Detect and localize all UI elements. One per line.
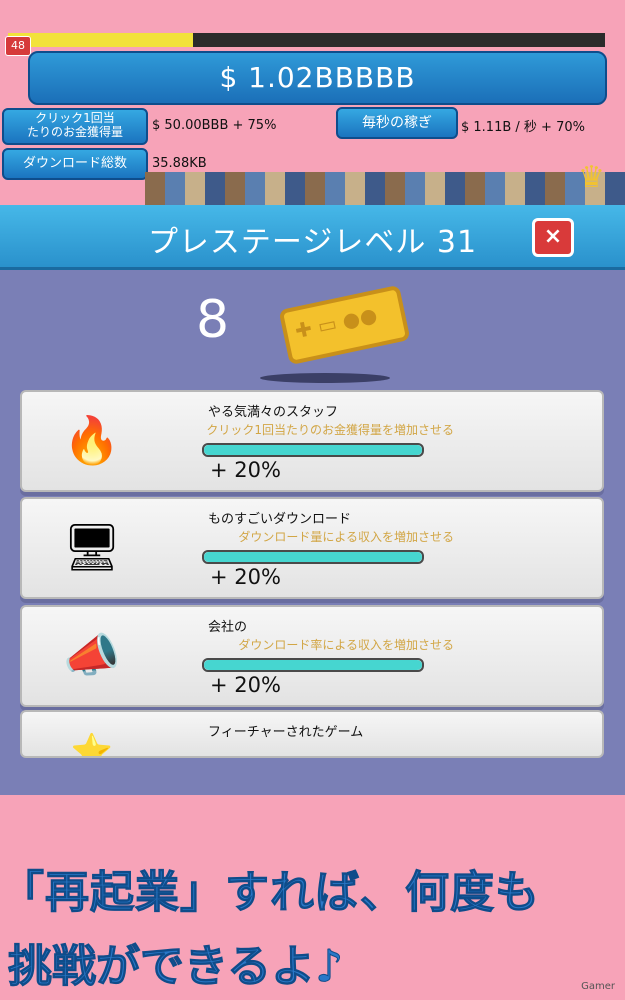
upgrade-card[interactable]: 📣 会社の ダウンロード率による収入を増加させる + 20% bbox=[20, 605, 604, 707]
click-income-label: クリック1回当 たりのお金獲得量 bbox=[26, 111, 123, 139]
upgrade-progress-bar bbox=[202, 550, 424, 564]
upgrade-name: やる気満々のスタッフ bbox=[208, 405, 339, 420]
prestige-header: プレステージレベル 31 × bbox=[0, 205, 625, 270]
upgrade-progress-bar bbox=[202, 443, 424, 457]
watermark: Gamer bbox=[581, 981, 615, 992]
motivated-staff-icon: 🔥 bbox=[63, 413, 121, 467]
upgrade-progress-fill bbox=[204, 552, 422, 562]
player-level-badge: 48 bbox=[5, 36, 31, 56]
upgrade-progress-fill bbox=[204, 660, 422, 670]
promo-caption: 「再起業」すれば、何度も 挑戦ができるよ♪ Gamer bbox=[0, 850, 625, 1000]
upgrade-name: フィーチャーされたゲーム bbox=[208, 725, 364, 740]
megaphone-icon: 📣 bbox=[63, 628, 121, 682]
upgrade-bonus: + 20% bbox=[210, 673, 281, 697]
per-second-value: $ 1.11B / 秒 + 70% bbox=[461, 120, 585, 135]
upgrade-card[interactable]: ⭐ フィーチャーされたゲーム bbox=[20, 710, 604, 758]
upgrade-card[interactable]: 🖥 ものすごいダウンロード ダウンロード量による収入を増加させる + 20% bbox=[20, 497, 604, 599]
upgrade-bonus: + 20% bbox=[210, 458, 281, 482]
close-icon[interactable]: × bbox=[532, 218, 574, 257]
prestige-points: 8 bbox=[196, 290, 230, 350]
per-second-button[interactable]: 毎秒の稼ぎ bbox=[336, 107, 458, 139]
upgrade-bonus: + 20% bbox=[210, 565, 281, 589]
prestige-panel: プレステージレベル 31 × 8 ✚ ▭ ●● 🔥 やる気満々のスタッフ クリッ… bbox=[0, 205, 625, 795]
office-scenery bbox=[145, 172, 625, 206]
click-income-button[interactable]: クリック1回当 たりのお金獲得量 bbox=[2, 108, 148, 145]
download-total-button[interactable]: ダウンロード総数 bbox=[2, 148, 148, 180]
flame-trophy-icon[interactable]: ♛ bbox=[578, 160, 605, 195]
gamepad-ticket-icon: ✚ ▭ ●● bbox=[278, 284, 411, 366]
download-total-value: 35.88KB bbox=[152, 156, 207, 171]
xp-bar bbox=[8, 33, 605, 47]
monitor-icon: 🖥 bbox=[62, 520, 122, 574]
caption-line-2: 挑戦ができるよ♪ bbox=[7, 941, 344, 993]
upgrade-name: ものすごいダウンロード bbox=[208, 512, 352, 527]
upgrade-progress-fill bbox=[204, 445, 422, 455]
upgrade-progress-bar bbox=[202, 658, 424, 672]
upgrade-name: 会社の bbox=[208, 620, 248, 635]
upgrade-desc: クリック1回当たりのお金獲得量を増加させる bbox=[206, 423, 454, 437]
xp-bar-fill bbox=[8, 33, 194, 47]
game-hud: 48 $ 1.02BBBBB クリック1回当 たりのお金獲得量 $ 50.00B… bbox=[0, 0, 625, 206]
upgrade-card[interactable]: 🔥 やる気満々のスタッフ クリック1回当たりのお金獲得量を増加させる + 20% bbox=[20, 390, 604, 492]
ticket-shadow bbox=[260, 373, 390, 383]
money-display: $ 1.02BBBBB bbox=[28, 51, 607, 105]
upgrade-desc: ダウンロード率による収入を増加させる bbox=[238, 638, 454, 652]
click-income-value: $ 50.00BBB + 75% bbox=[152, 118, 277, 133]
upgrade-desc: ダウンロード量による収入を増加させる bbox=[238, 530, 454, 544]
caption-line-1: 「再起業」すれば、何度も bbox=[0, 867, 540, 919]
star-game-icon: ⭐ bbox=[70, 732, 114, 758]
